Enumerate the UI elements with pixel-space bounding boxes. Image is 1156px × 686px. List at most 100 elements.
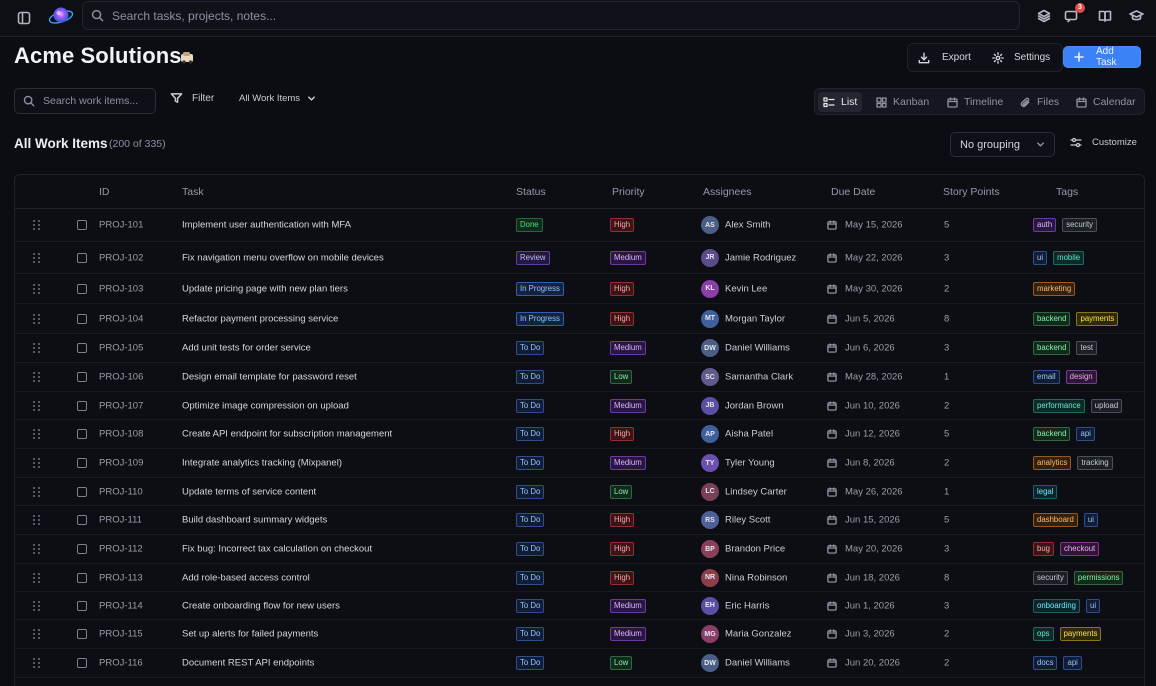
global-search-input[interactable] (112, 8, 992, 23)
row-checkbox[interactable] (77, 400, 87, 411)
column-tags[interactable]: Tags (1056, 186, 1078, 198)
tag-badge[interactable]: ui (1086, 598, 1101, 613)
task-title[interactable]: Design email template for password reset (182, 372, 357, 383)
tag-badge[interactable]: tracking (1077, 456, 1113, 470)
table-row[interactable]: PROJ-110 Update terms of service content T… (15, 478, 1144, 506)
settings-button[interactable]: Settings (982, 44, 1060, 71)
tag-badge[interactable]: security (1033, 570, 1068, 585)
column-assignees[interactable]: Assignees (703, 186, 751, 198)
column-task[interactable]: Task (182, 186, 204, 198)
tag-badge[interactable]: checkout (1060, 542, 1100, 556)
status-cell[interactable]: To Do (516, 513, 545, 527)
due-date[interactable]: Jun 5, 2026 (845, 313, 895, 324)
app-logo[interactable] (47, 2, 75, 30)
column-status[interactable]: Status (516, 186, 546, 198)
row-checkbox[interactable] (77, 252, 87, 263)
status-cell[interactable]: To Do (516, 398, 545, 413)
tab-calendar[interactable]: Calendar (1071, 92, 1141, 112)
drag-handle-icon[interactable] (33, 572, 41, 583)
row-checkbox[interactable] (77, 572, 87, 583)
tag-badge[interactable]: test (1076, 341, 1098, 355)
tag-badge[interactable]: payments (1059, 627, 1102, 641)
drag-handle-icon[interactable] (33, 252, 41, 263)
task-title[interactable]: Build dashboard summary widgets (182, 515, 327, 526)
task-title[interactable]: Optimize image compression on upload (182, 400, 349, 411)
customize-button[interactable]: Customize (1070, 137, 1137, 148)
task-title[interactable]: Update pricing page with new plan tiers (182, 283, 348, 294)
row-checkbox[interactable] (77, 486, 87, 497)
column-story-points[interactable]: Story Points (943, 186, 1000, 198)
row-checkbox[interactable] (77, 658, 87, 668)
drag-handle-icon[interactable] (33, 313, 41, 324)
task-title[interactable]: Integrate analytics tracking (Mixpanel) (182, 458, 342, 469)
tag-badge[interactable]: api (1063, 656, 1082, 670)
assignee-name[interactable]: Lindsey Carter (725, 486, 787, 497)
due-date[interactable]: May 15, 2026 (845, 220, 903, 231)
tag-badge[interactable]: permissions (1073, 570, 1124, 585)
assignee-name[interactable]: Jordan Brown (725, 400, 784, 411)
priority-cell[interactable]: Medium (610, 398, 646, 413)
row-checkbox[interactable] (77, 515, 87, 525)
tag-badge[interactable]: bug (1033, 542, 1055, 556)
tag-badge[interactable]: security (1062, 218, 1098, 232)
drag-handle-icon[interactable] (33, 372, 41, 382)
task-title[interactable]: Fix bug: Incorrect tax calculation on ch… (182, 544, 372, 555)
tag-badge[interactable]: onboarding (1033, 598, 1081, 613)
filter-button[interactable]: Filter (170, 92, 214, 104)
tag-badge[interactable]: backend (1033, 427, 1071, 441)
tag-badge[interactable]: legal (1033, 484, 1058, 499)
table-row[interactable]: PROJ-106 Design email template for passwo… (15, 363, 1144, 392)
status-cell[interactable]: To Do (516, 598, 545, 613)
priority-cell[interactable]: Low (610, 484, 633, 499)
assignee-name[interactable]: Eric Harris (725, 600, 769, 611)
task-title[interactable]: Create API endpoint for subscription man… (182, 429, 392, 440)
due-date[interactable]: Jun 15, 2026 (845, 515, 900, 526)
drag-handle-icon[interactable] (33, 343, 41, 353)
row-checkbox[interactable] (77, 372, 87, 382)
table-row[interactable]: PROJ-116 Document REST API endpoints To Do… (15, 649, 1144, 678)
sidebar-toggle-icon[interactable] (13, 7, 35, 29)
tag-badge[interactable]: dashboard (1033, 513, 1078, 527)
drag-handle-icon[interactable] (33, 544, 41, 554)
drag-handle-icon[interactable] (33, 486, 41, 497)
book-icon[interactable] (1095, 6, 1115, 26)
table-row[interactable]: PROJ-112 Fix bug: Incorrect tax calculati… (15, 535, 1144, 564)
layers-icon[interactable] (1034, 6, 1054, 26)
tag-badge[interactable]: ui (1083, 513, 1098, 527)
row-checkbox[interactable] (77, 629, 87, 639)
priority-cell[interactable]: High (610, 281, 635, 296)
export-button[interactable]: Export (908, 44, 981, 71)
tag-badge[interactable]: email (1033, 370, 1060, 384)
priority-cell[interactable]: High (610, 311, 635, 326)
priority-cell[interactable]: Medium (610, 627, 646, 641)
project-emoji-icon[interactable] (179, 50, 195, 64)
tag-badge[interactable]: ui (1033, 250, 1048, 265)
assignee-name[interactable]: Alex Smith (725, 220, 770, 231)
priority-cell[interactable]: High (610, 570, 635, 585)
column-due-date[interactable]: Due Date (831, 186, 875, 198)
row-checkbox[interactable] (77, 544, 87, 554)
assignee-name[interactable]: Daniel Williams (725, 343, 790, 354)
status-cell[interactable]: To Do (516, 370, 545, 384)
table-row[interactable]: PROJ-115 Set up alerts for failed payment… (15, 620, 1144, 649)
drag-handle-icon[interactable] (33, 658, 41, 668)
tag-badge[interactable]: marketing (1033, 281, 1076, 296)
status-cell[interactable]: To Do (516, 656, 545, 670)
priority-cell[interactable]: Low (610, 656, 633, 670)
row-checkbox[interactable] (77, 313, 87, 324)
tag-badge[interactable]: analytics (1033, 456, 1072, 470)
status-cell[interactable]: To Do (516, 427, 545, 441)
tab-timeline[interactable]: Timeline (942, 92, 1008, 112)
drag-handle-icon[interactable] (33, 283, 41, 294)
tag-badge[interactable]: docs (1033, 656, 1058, 670)
tab-files[interactable]: Files (1015, 92, 1064, 112)
drag-handle-icon[interactable] (33, 429, 41, 439)
status-cell[interactable]: In Progress (516, 311, 564, 326)
table-row[interactable]: PROJ-109 Integrate analytics tracking (Mi… (15, 449, 1144, 478)
assignee-name[interactable]: Aisha Patel (725, 429, 773, 440)
status-cell[interactable]: In Progress (516, 281, 564, 296)
table-row[interactable]: PROJ-113 Add role-based access control To … (15, 564, 1144, 592)
table-row[interactable]: PROJ-102 Fix navigation menu overflow on … (15, 242, 1144, 274)
due-date[interactable]: Jun 20, 2026 (845, 658, 900, 669)
work-items-search-input[interactable] (43, 95, 153, 107)
